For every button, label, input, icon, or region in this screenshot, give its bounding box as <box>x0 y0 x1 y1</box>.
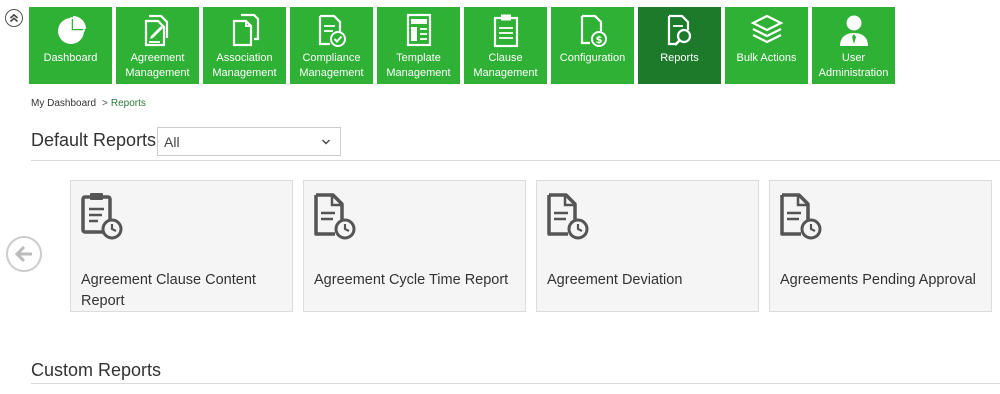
documents-edit-icon <box>144 14 168 47</box>
report-card-title: Agreement Clause Content Report <box>81 272 256 309</box>
report-card[interactable]: Agreements Pending Approval <box>769 180 992 312</box>
report-card-title: Agreements Pending Approval <box>780 272 976 288</box>
nav-compliance-management[interactable]: Compliance Management <box>290 7 373 84</box>
document-dollar-icon: $ <box>580 14 607 47</box>
nav-user-administration[interactable]: User Administration <box>812 7 895 84</box>
nav-bulk-actions[interactable]: Bulk Actions <box>725 7 808 84</box>
nav-label: Template Management <box>386 52 451 79</box>
document-clock-icon <box>547 193 589 240</box>
top-navigation: Dashboard Agreement Management Associati… <box>29 7 895 84</box>
document-clock-icon <box>780 193 822 240</box>
nav-label: Agreement Management <box>125 52 190 79</box>
report-filter-select[interactable]: All <box>157 127 341 156</box>
default-reports-title: Default Reports <box>31 130 157 150</box>
nav-label: User Administration <box>818 52 889 79</box>
report-card[interactable]: Agreement Deviation <box>536 180 759 312</box>
custom-reports-title: Custom Reports <box>31 360 162 380</box>
nav-label: Compliance Management <box>299 52 364 79</box>
nav-label: Reports <box>660 52 699 64</box>
layers-icon <box>750 14 783 44</box>
nav-label: Dashboard <box>43 52 98 64</box>
nav-label: Configuration <box>559 52 626 64</box>
clipboard-icon <box>493 14 518 48</box>
arrow-left-icon <box>14 245 32 263</box>
template-icon <box>406 13 431 47</box>
report-card[interactable]: Agreement Clause Content Report <box>70 180 293 312</box>
breadcrumb-separator: > <box>102 98 108 109</box>
documents-stack-icon <box>232 13 259 47</box>
nav-template-management[interactable]: Template Management <box>377 7 460 84</box>
svg-text:$: $ <box>595 35 602 46</box>
nav-reports[interactable]: Reports <box>638 7 721 84</box>
nav-label: Association Management <box>212 52 277 79</box>
pie-chart-icon <box>57 16 86 44</box>
double-chevron-up-icon <box>9 13 19 23</box>
nav-configuration[interactable]: $ Configuration <box>551 7 634 84</box>
collapse-menu-button[interactable] <box>5 9 23 27</box>
nav-label: Clause Management <box>473 52 538 79</box>
nav-association-management[interactable]: Association Management <box>203 7 286 84</box>
breadcrumb-home-link[interactable]: My Dashboard <box>31 98 96 109</box>
report-filter-value: All <box>164 133 180 150</box>
nav-label: Bulk Actions <box>736 52 797 64</box>
document-clock-icon <box>314 193 356 240</box>
breadcrumb: My Dashboard > Reports <box>31 98 146 109</box>
report-card-title: Agreement Deviation <box>547 272 683 288</box>
carousel-previous-button[interactable] <box>6 236 42 272</box>
nav-dashboard[interactable]: Dashboard <box>29 7 112 84</box>
report-card-title: Agreement Cycle Time Report <box>314 272 509 288</box>
section-divider <box>31 383 1000 384</box>
section-divider <box>31 160 1000 161</box>
document-search-icon <box>667 14 691 46</box>
clipboard-clock-icon <box>81 193 123 240</box>
nav-agreement-management[interactable]: Agreement Management <box>116 7 199 84</box>
nav-clause-management[interactable]: Clause Management <box>464 7 547 84</box>
report-card[interactable]: Agreement Cycle Time Report <box>303 180 526 312</box>
user-admin-icon <box>839 15 868 46</box>
report-cards: Agreement Clause Content Report Agreemen… <box>70 180 992 312</box>
chevron-down-icon <box>322 139 330 145</box>
document-check-icon <box>318 14 346 47</box>
breadcrumb-current: Reports <box>110 98 146 109</box>
